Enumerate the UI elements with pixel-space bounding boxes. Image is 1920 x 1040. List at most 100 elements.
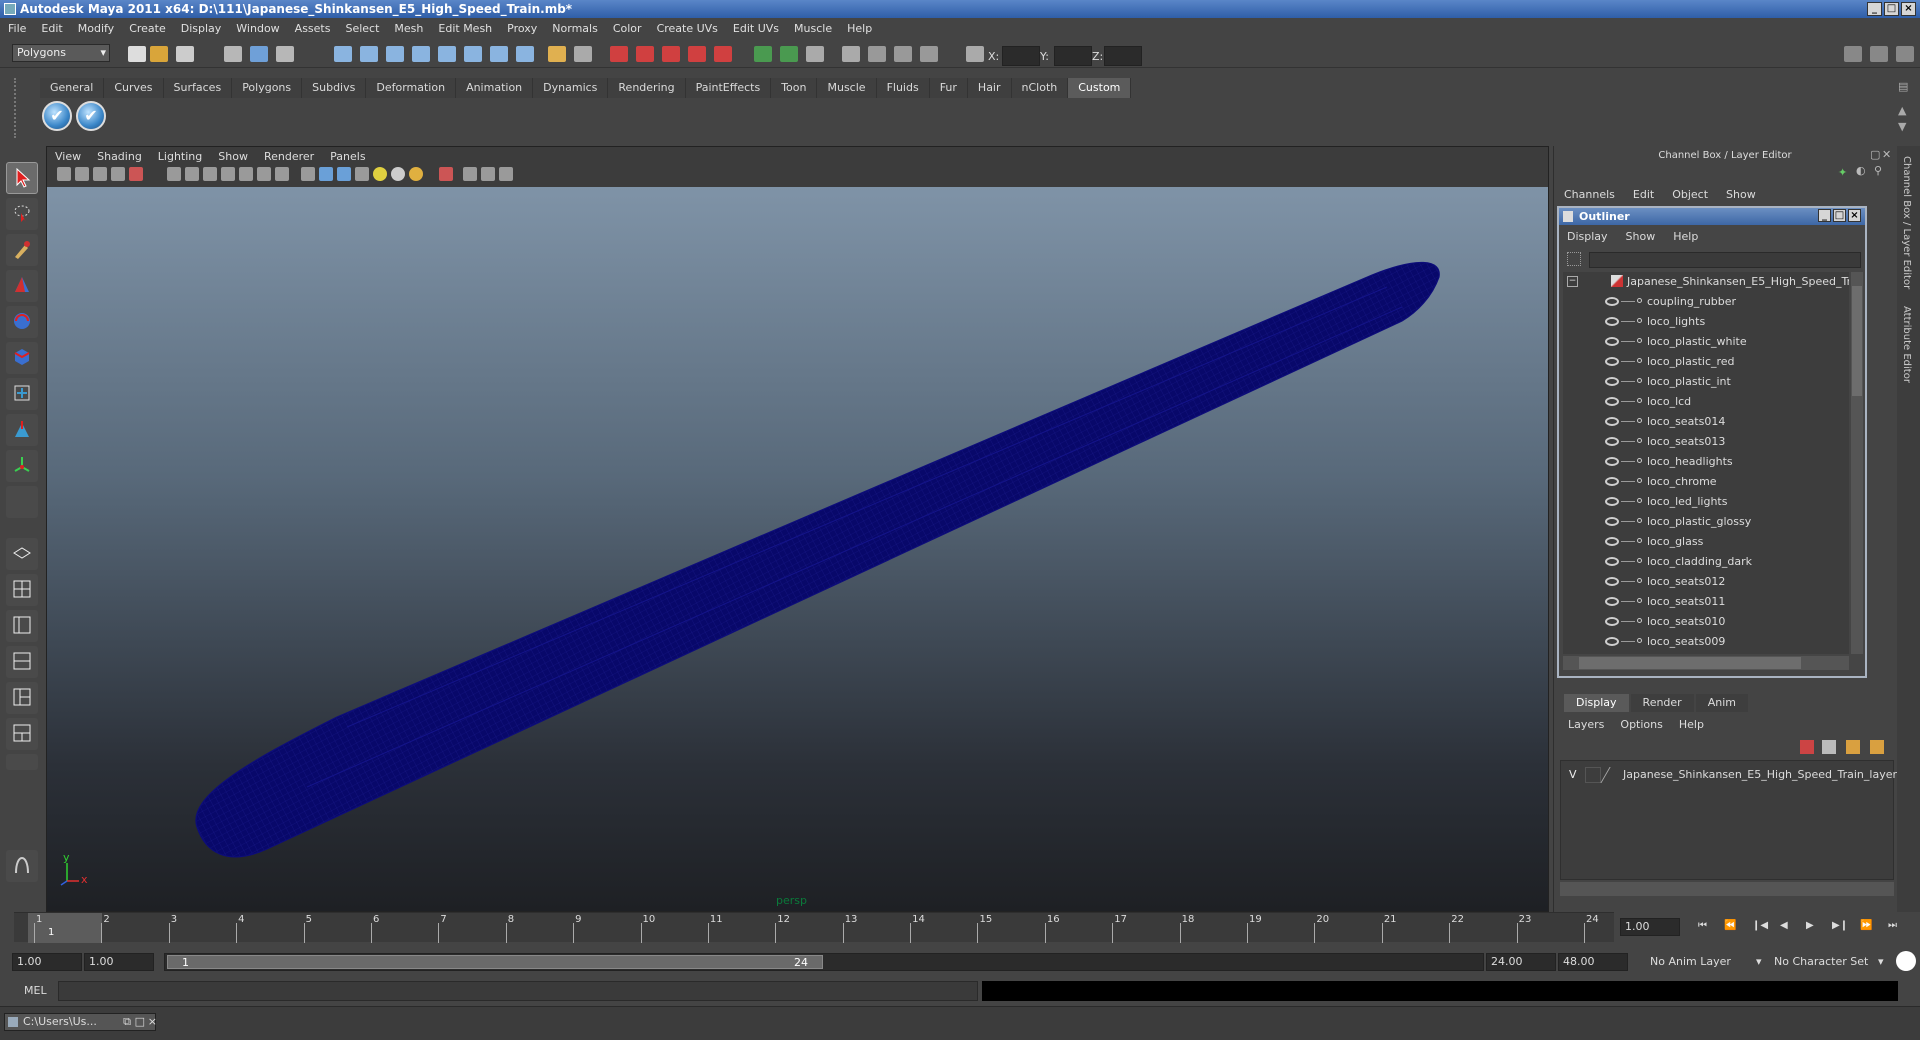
list-item[interactable]: coupling_rubber <box>1563 292 1849 312</box>
shelf-tab-animation[interactable]: Animation <box>456 78 534 98</box>
list-item[interactable]: loco_headlights <box>1563 452 1849 472</box>
film-gate-icon[interactable] <box>185 167 199 181</box>
character-set-dropdown[interactable]: No Character Set <box>1774 953 1868 971</box>
paint-select-tool-icon[interactable] <box>6 234 38 266</box>
isolate-select-icon[interactable] <box>439 167 453 181</box>
list-item[interactable]: loco_cladding_dark <box>1563 552 1849 572</box>
wireframe-icon[interactable] <box>301 167 315 181</box>
textured-icon[interactable] <box>355 167 369 181</box>
persp-outliner-layout-icon[interactable] <box>6 610 38 642</box>
magnet-point-icon[interactable] <box>662 46 680 62</box>
channel-pin-icon[interactable]: ⚲ <box>1874 164 1882 177</box>
snap-curve-icon[interactable] <box>360 46 378 62</box>
magnet-icon[interactable] <box>610 46 628 62</box>
hypershade-icon[interactable] <box>842 46 860 62</box>
anim-layer-dropdown[interactable]: No Anim Layer <box>1650 953 1731 971</box>
checkmark-icon[interactable]: ✔ <box>42 101 72 131</box>
viewport-menu-panels[interactable]: Panels <box>330 150 365 163</box>
menu-window[interactable]: Window <box>236 22 279 35</box>
range-slider-bar[interactable]: 1 24 <box>164 953 1484 971</box>
layer-color-swatch[interactable] <box>1600 767 1624 783</box>
menu-edit[interactable]: Edit <box>41 22 62 35</box>
list-item[interactable]: loco_lights <box>1563 312 1849 332</box>
menu-mesh[interactable]: Mesh <box>394 22 423 35</box>
new-layer-icon[interactable] <box>1822 740 1836 754</box>
lock-icon[interactable] <box>548 46 566 62</box>
high-quality-icon[interactable] <box>409 167 423 181</box>
side-tab-channel-box[interactable]: Channel Box / Layer Editor <box>1901 156 1912 289</box>
shelf-tab-painteffects[interactable]: PaintEffects <box>685 78 772 98</box>
play-backward-icon[interactable]: ◀ <box>1780 920 1794 932</box>
shelf-scroll-up-icon[interactable]: ▲ <box>1898 104 1906 117</box>
layer-menu-layers[interactable]: Layers <box>1568 718 1604 731</box>
use-all-lights-icon[interactable] <box>373 167 387 181</box>
step-forward-key-icon[interactable]: ⏩ <box>1860 920 1874 932</box>
list-item[interactable]: loco_glass <box>1563 532 1849 552</box>
auto-key-icon[interactable] <box>1896 951 1916 971</box>
close-button[interactable]: × <box>1901 2 1916 16</box>
filter-icon[interactable] <box>1567 252 1581 266</box>
shelf-tab-custom[interactable]: Custom <box>1068 78 1132 98</box>
list-item[interactable]: loco_chrome <box>1563 472 1849 492</box>
shadows-icon[interactable] <box>391 167 405 181</box>
four-view-layout-icon[interactable] <box>6 574 38 606</box>
menu-modify[interactable]: Modify <box>78 22 114 35</box>
image-plane-icon[interactable] <box>111 167 125 181</box>
shelf-tab-toon[interactable]: Toon <box>771 78 818 98</box>
outliner-horizontal-scrollbar[interactable] <box>1563 656 1849 670</box>
layer-visibility-toggle[interactable]: V <box>1569 768 1583 781</box>
wireframe-on-shaded-icon[interactable] <box>337 167 351 181</box>
layer-tab-display[interactable]: Display <box>1564 694 1629 712</box>
show-manipulator-icon[interactable] <box>6 450 38 482</box>
select-component-icon[interactable] <box>276 46 294 62</box>
rotate-tool-icon[interactable] <box>6 306 38 338</box>
restore-icon[interactable]: ⧉ <box>123 1014 131 1030</box>
graph-editor-layout-icon[interactable] <box>6 718 38 750</box>
new-layer-selected-icon[interactable] <box>1800 740 1814 754</box>
layout-options-icon[interactable] <box>6 754 38 770</box>
train-body[interactable] <box>195 261 1440 858</box>
step-back-frame-icon[interactable]: ❙◀ <box>1752 920 1768 932</box>
end-time-field[interactable]: 48.00 <box>1558 953 1628 971</box>
select-tool-icon[interactable] <box>6 162 38 194</box>
list-item[interactable]: loco_led_lights <box>1563 492 1849 512</box>
playback-end-field[interactable]: 24.00 <box>1486 953 1556 971</box>
channel-box-toggle-icon[interactable] <box>1896 46 1914 62</box>
attribute-editor-toggle-icon[interactable] <box>1844 46 1862 62</box>
shelf-tab-surfaces[interactable]: Surfaces <box>163 78 233 98</box>
shelf-grip[interactable] <box>14 78 24 138</box>
maximize-button[interactable]: □ <box>1884 2 1899 16</box>
menu-edit-uvs[interactable]: Edit UVs <box>733 22 779 35</box>
shelf-scroll-down-icon[interactable]: ▼ <box>1898 120 1906 133</box>
outliner-minimize-button[interactable]: _ <box>1818 209 1831 222</box>
safe-action-icon[interactable] <box>257 167 271 181</box>
menu-create[interactable]: Create <box>129 22 166 35</box>
grid-toggle-icon[interactable] <box>167 167 181 181</box>
magnet-live-icon[interactable] <box>714 46 732 62</box>
field-chart-icon[interactable] <box>239 167 253 181</box>
list-item[interactable]: loco_seats014 <box>1563 412 1849 432</box>
layer-name[interactable]: Japanese_Shinkansen_E5_High_Speed_Train_… <box>1623 768 1904 781</box>
menu-help[interactable]: Help <box>847 22 872 35</box>
menu-set-dropdown[interactable]: Polygons ▾ <box>12 44 110 62</box>
snap-together-icon[interactable] <box>464 46 482 62</box>
camera-attributes-icon[interactable] <box>75 167 89 181</box>
menu-display[interactable]: Display <box>181 22 222 35</box>
shelf-tab-polygons[interactable]: Polygons <box>232 78 303 98</box>
viewport-menu-show[interactable]: Show <box>218 150 248 163</box>
perspective-viewport[interactable]: y x persp <box>47 187 1548 911</box>
render-current-icon[interactable] <box>754 46 772 62</box>
move-up-layer-icon[interactable] <box>1846 740 1860 754</box>
outliner-title-bar[interactable]: Outliner _ □ × <box>1559 208 1865 225</box>
snap-point-icon[interactable] <box>386 46 404 62</box>
shelf-tab-hair[interactable]: Hair <box>967 78 1012 98</box>
new-scene-icon[interactable] <box>128 46 146 62</box>
live-surface-icon[interactable] <box>438 46 456 62</box>
menu-create-uvs[interactable]: Create UVs <box>657 22 718 35</box>
xray-joints-icon[interactable] <box>481 167 495 181</box>
smooth-shade-icon[interactable] <box>319 167 333 181</box>
viewport-menu-lighting[interactable]: Lighting <box>158 150 202 163</box>
menu-file[interactable]: File <box>8 22 26 35</box>
soft-modification-tool-icon[interactable] <box>6 414 38 446</box>
persp-graph-layout-icon[interactable] <box>6 646 38 678</box>
